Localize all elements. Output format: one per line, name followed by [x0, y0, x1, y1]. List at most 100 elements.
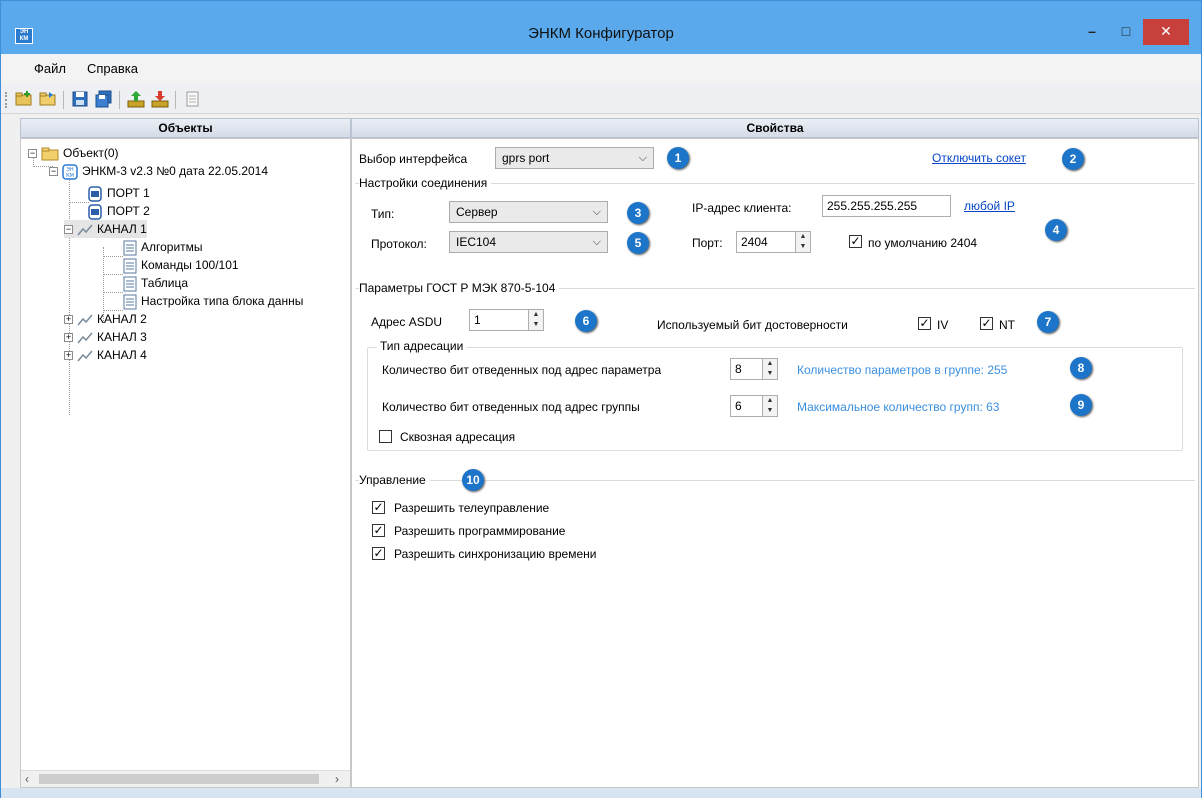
document-icon	[123, 240, 137, 256]
channel-icon	[77, 224, 93, 236]
telecontrol-checkbox[interactable]: ✓	[372, 501, 385, 514]
upload-icon[interactable]	[127, 90, 145, 108]
through-addressing-label: Сквозная адресация	[400, 430, 516, 444]
expand-icon[interactable]: +	[64, 351, 73, 361]
interface-select[interactable]: gprs port ⌵	[495, 147, 654, 169]
protocol-select[interactable]: IEC104 ⌵	[449, 231, 608, 253]
tree-item-port2[interactable]: ПОРТ 2	[87, 202, 150, 220]
save-icon[interactable]	[71, 90, 89, 108]
protocol-label: Протокол:	[371, 237, 427, 251]
ip-label: IP-адрес клиента:	[692, 201, 792, 215]
telecontrol-label: Разрешить телеуправление	[394, 501, 550, 515]
tree-item-device[interactable]: − ЭН КМ ЭНКМ-3 v2.3 №0 дата 22.05.2014	[49, 162, 268, 180]
app-window: ЭН КМ ЭНКМ Конфигуратор – □ ✕ Файл Справ…	[0, 0, 1202, 798]
programming-label: Разрешить программирование	[394, 524, 566, 538]
toolbar-grip[interactable]	[5, 92, 8, 108]
programming-checkbox[interactable]: ✓	[372, 524, 385, 537]
type-value: Сервер	[456, 205, 498, 219]
horizontal-scrollbar[interactable]: ‹ ›	[21, 770, 350, 787]
svg-text:КМ: КМ	[66, 173, 74, 179]
port-stepper[interactable]: ▲ ▼	[795, 231, 811, 253]
scroll-left-icon[interactable]: ‹	[25, 772, 29, 786]
save-all-icon[interactable]	[95, 90, 113, 108]
param-count-info: Количество параметров в группе: 255	[797, 363, 1008, 377]
maximize-button[interactable]: □	[1109, 19, 1143, 45]
scroll-right-icon[interactable]: ›	[335, 772, 339, 786]
chevron-down-icon: ⌵	[638, 152, 647, 164]
document-icon[interactable]	[183, 90, 201, 108]
object-tree[interactable]: − Объект(0) − ЭН КМ ЭНКМ-3 v2.3 №0 дата 22.0…	[20, 138, 351, 788]
collapse-icon[interactable]: −	[49, 167, 58, 177]
time-sync-checkbox[interactable]: ✓	[372, 547, 385, 560]
tree-item-channel3[interactable]: + КАНАЛ 3	[64, 328, 147, 346]
tree-item-channel2[interactable]: + КАНАЛ 2	[64, 310, 147, 328]
expand-icon[interactable]: +	[64, 315, 73, 325]
disconnect-socket-link[interactable]: Отключить сокет	[932, 151, 1026, 165]
protocol-value: IEC104	[456, 235, 497, 249]
iv-checkbox[interactable]: ✓	[918, 317, 931, 330]
chevron-down-icon: ⌵	[592, 206, 601, 218]
any-ip-link[interactable]: любой IP	[964, 199, 1015, 213]
through-addressing-checkbox[interactable]	[379, 430, 392, 443]
tree-item-commands[interactable]: Команды 100/101	[123, 256, 239, 274]
properties-panel: Выбор интерфейса gprs port ⌵ 1 Отключить …	[351, 138, 1199, 788]
download-icon[interactable]	[151, 90, 169, 108]
type-label: Тип:	[371, 207, 395, 221]
asdu-input[interactable]: 1	[469, 309, 529, 331]
expand-icon[interactable]: +	[64, 333, 73, 343]
ip-input[interactable]: 255.255.255.255	[822, 195, 951, 217]
interface-label: Выбор интерфейса	[359, 152, 468, 166]
group-bits-stepper[interactable]: ▲ ▼	[762, 395, 778, 417]
control-title: Управление	[359, 473, 430, 487]
time-sync-label: Разрешить синхронизацию времени	[394, 547, 597, 561]
gost-title: Параметры ГОСТ Р МЭК 870-5-104	[359, 281, 560, 295]
document-icon	[123, 276, 137, 292]
connection-title: Настройки соединения	[359, 176, 492, 190]
callout-badge-9: 9	[1070, 394, 1092, 416]
port-input[interactable]: 2404	[736, 231, 796, 253]
document-icon	[123, 294, 137, 310]
group-bits-input[interactable]: 6	[730, 395, 763, 417]
param-bits-label: Количество бит отведенных под адрес пара…	[382, 363, 662, 377]
type-select[interactable]: Сервер ⌵	[449, 201, 608, 223]
validity-label: Используемый бит достоверности	[657, 318, 848, 332]
tree-item-table[interactable]: Таблица	[123, 274, 188, 292]
callout-badge-2: 2	[1062, 148, 1084, 170]
param-bits-stepper[interactable]: ▲ ▼	[762, 358, 778, 380]
collapse-icon[interactable]: −	[64, 225, 73, 235]
tree-item-port1[interactable]: ПОРТ 1	[87, 184, 150, 202]
tree-item-label: КАНАЛ 1	[97, 222, 147, 236]
tree-item-label: Таблица	[141, 276, 189, 290]
minimize-button[interactable]: –	[1075, 19, 1109, 45]
tree-item-label: ПОРТ 1	[107, 186, 150, 200]
tree-item-algorithms[interactable]: Алгоритмы	[123, 238, 203, 256]
param-bits-input[interactable]: 8	[730, 358, 763, 380]
tree-item-channel4[interactable]: + КАНАЛ 4	[64, 346, 147, 364]
menu-file[interactable]: Файл	[34, 61, 66, 76]
collapse-icon[interactable]: −	[28, 149, 37, 159]
chevron-down-icon: ⌵	[592, 236, 601, 248]
document-icon	[123, 258, 137, 274]
nt-checkbox[interactable]: ✓	[980, 317, 993, 330]
scroll-thumb[interactable]	[39, 774, 319, 784]
port-icon	[88, 204, 102, 220]
default-port-label: по умолчанию 2404	[868, 236, 978, 250]
addressing-title: Тип адресации	[377, 339, 467, 353]
tree-item-label: КАНАЛ 2	[97, 312, 147, 326]
default-port-checkbox[interactable]: ✓	[849, 235, 862, 248]
tree-item-label: КАНАЛ 4	[97, 348, 147, 362]
tree-item-object[interactable]: − Объект(0)	[28, 144, 119, 162]
callout-badge-3: 3	[627, 202, 649, 224]
tree-item-block-type[interactable]: Настройка типа блока данны	[123, 292, 303, 310]
menu-help[interactable]: Справка	[87, 61, 138, 76]
title-bar[interactable]: ЭН КМ ЭНКМ Конфигуратор – □ ✕	[1, 1, 1201, 54]
status-strip	[1, 788, 1201, 798]
tree-item-label: Настройка типа блока данны	[141, 294, 304, 308]
new-folder-icon[interactable]	[15, 90, 33, 108]
close-button[interactable]: ✕	[1143, 19, 1189, 45]
window-title: ЭНКМ Конфигуратор	[528, 25, 674, 42]
tree-item-channel1[interactable]: − КАНАЛ 1	[64, 220, 147, 238]
callout-badge-1: 1	[667, 147, 689, 169]
open-folder-icon[interactable]	[39, 90, 57, 108]
asdu-stepper[interactable]: ▲ ▼	[528, 309, 544, 331]
